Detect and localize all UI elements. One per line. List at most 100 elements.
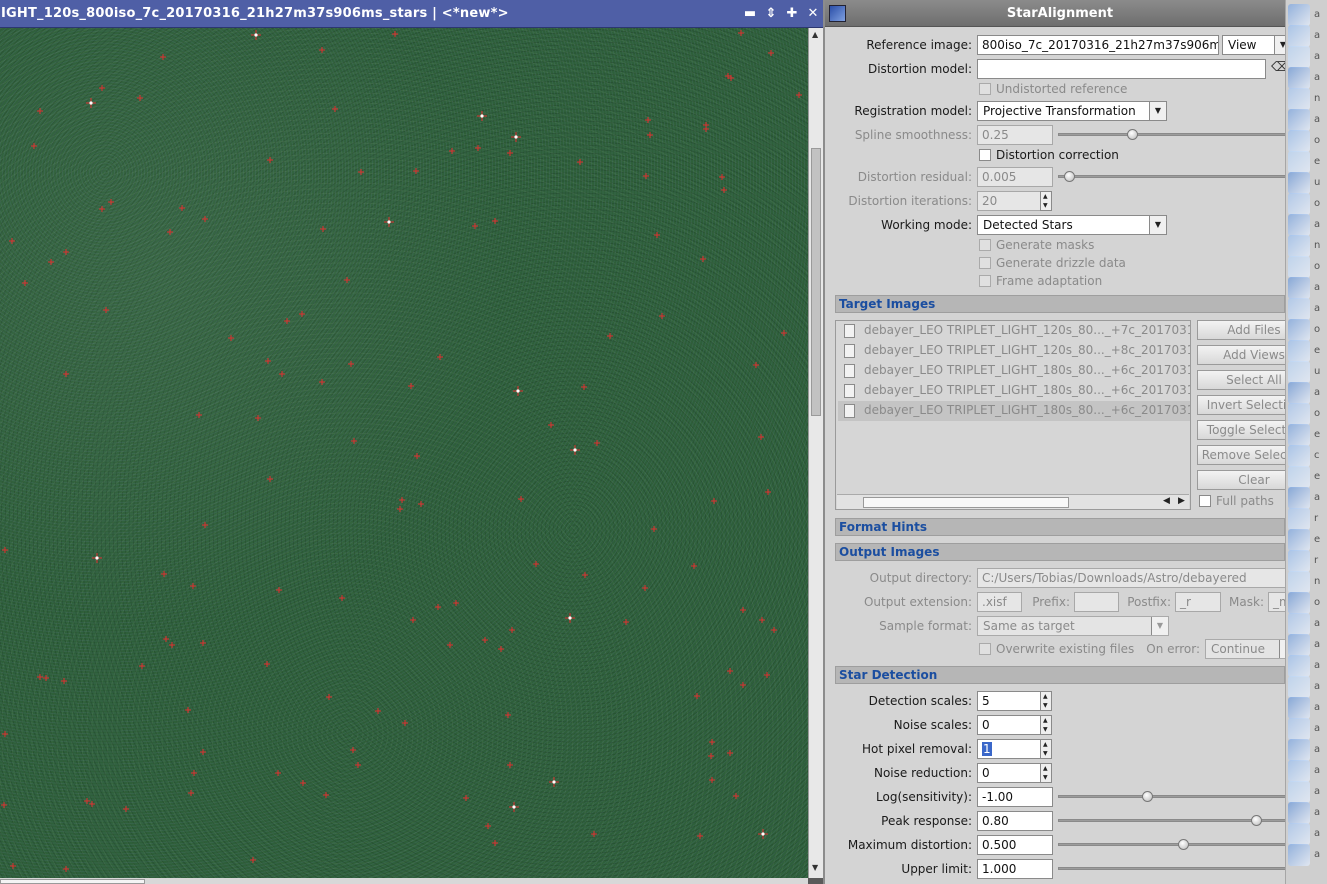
list-item[interactable]: debayer_LEO TRIPLET_LIGHT_180s_80..._+6c… [838,401,1190,421]
working-mode-dropdown[interactable]: Detected Stars ▼ [977,215,1167,235]
spin-up-icon[interactable]: ▲ [1043,741,1048,749]
process-icon[interactable] [1288,172,1310,194]
panel-titlebar[interactable]: StarAlignment ⇕ ✕ [825,0,1327,27]
process-icon[interactable] [1288,676,1310,698]
scroll-left-icon[interactable]: ◀ [1163,496,1170,506]
detection-scales-spinner[interactable]: ▲ ▼ [1040,691,1052,711]
minimize-button[interactable]: ▬ [742,6,758,22]
spin-up-icon[interactable]: ▲ [1043,765,1048,773]
log-sensitivity-slider[interactable] [1058,791,1314,802]
upper-limit-field[interactable]: 1.000 [977,859,1053,879]
process-icon[interactable] [1288,403,1310,425]
process-icon[interactable] [1288,298,1310,320]
process-icon[interactable] [1288,718,1310,740]
list-item[interactable]: debayer_LEO TRIPLET_LIGHT_180s_80..._+6c… [838,381,1190,401]
process-icon[interactable] [1288,802,1310,824]
slider-knob[interactable] [1063,171,1075,182]
process-icon[interactable] [1288,592,1310,614]
postfix-field[interactable]: _r [1175,592,1221,612]
sample-format-dropdown[interactable]: Same as target ▼ [977,616,1169,636]
process-icon[interactable] [1288,46,1310,68]
prefix-field[interactable] [1074,592,1119,612]
distortion-iterations-spinner[interactable]: ▲ ▼ [1040,191,1052,211]
horizontal-scroll-thumb[interactable] [0,879,145,884]
process-icon[interactable] [1288,466,1310,488]
hot-pixel-removal-spinner[interactable]: ▲ ▼ [1040,739,1052,759]
process-icon[interactable] [1288,235,1310,257]
process-icon[interactable] [1288,193,1310,215]
spline-smoothness-field[interactable]: 0.25 [977,125,1053,145]
noise-reduction-field[interactable]: 0 [977,763,1041,783]
target-images-list[interactable]: debayer_LEO TRIPLET_LIGHT_120s_80..._+7c… [835,320,1191,510]
spin-down-icon[interactable]: ▼ [1043,726,1048,734]
process-icon[interactable] [1288,319,1310,341]
list-item[interactable]: debayer_LEO TRIPLET_LIGHT_120s_80..._+8c… [838,341,1190,361]
spline-smoothness-slider[interactable] [1058,129,1314,140]
distortion-model-field[interactable] [977,59,1266,79]
vertical-scrollbar[interactable]: ▲ ▼ [808,28,823,878]
undistorted-reference-checkbox[interactable] [979,83,991,95]
process-icon[interactable] [1288,256,1310,278]
process-icon[interactable] [1288,4,1310,26]
spin-up-icon[interactable]: ▲ [1043,717,1048,725]
overwrite-checkbox[interactable] [979,643,991,655]
process-icon[interactable] [1288,487,1310,509]
process-icon[interactable] [1288,823,1310,845]
process-icon[interactable] [1288,634,1310,656]
hot-pixel-removal-field[interactable]: 1 [977,739,1041,759]
noise-reduction-spinner[interactable]: ▲ ▼ [1040,763,1052,783]
process-icon[interactable] [1288,550,1310,572]
process-icon[interactable] [1288,844,1310,866]
image-window-titlebar[interactable]: IGHT_120s_800iso_7c_20170316_21h27m37s90… [0,0,823,28]
output-extension-field[interactable]: .xisf [977,592,1022,612]
scroll-up-icon[interactable]: ▲ [812,30,818,39]
shade-button[interactable]: ⇕ [763,6,779,22]
list-item[interactable]: debayer_LEO TRIPLET_LIGHT_180s_80..._+6c… [838,361,1190,381]
process-icon[interactable] [1288,529,1310,551]
list-item[interactable]: debayer_LEO TRIPLET_LIGHT_120s_80..._+7c… [838,321,1190,341]
spin-down-icon[interactable]: ▼ [1043,774,1048,782]
reference-image-field[interactable]: 800iso_7c_20170316_21h27m37s906ms [977,35,1219,55]
file-list-scroll-thumb[interactable] [863,497,1069,508]
process-icon[interactable] [1288,109,1310,131]
generate-drizzle-checkbox[interactable] [979,257,991,269]
close-button[interactable]: ✕ [805,6,821,22]
process-icon[interactable] [1288,25,1310,47]
slider-knob[interactable] [1250,815,1262,826]
process-icon[interactable] [1288,151,1310,173]
registration-model-dropdown[interactable]: Projective Transformation ▼ [977,101,1167,121]
view-dropdown[interactable]: View ▼ [1222,35,1292,55]
spin-up-icon[interactable]: ▲ [1043,193,1048,201]
distortion-correction-checkbox[interactable] [979,149,991,161]
maximum-distortion-slider[interactable] [1058,839,1314,850]
output-directory-field[interactable]: C:/Users/Tobias/Downloads/Astro/debayere… [977,568,1290,588]
generate-masks-checkbox[interactable] [979,239,991,251]
spin-up-icon[interactable]: ▲ [1043,693,1048,701]
process-icon[interactable] [1288,424,1310,446]
process-icon[interactable] [1288,613,1310,635]
process-icon[interactable] [1288,214,1310,236]
star-image-canvas[interactable] [0,28,808,878]
spin-down-icon[interactable]: ▼ [1043,750,1048,758]
maximum-distortion-field[interactable]: 0.500 [977,835,1053,855]
distortion-residual-slider[interactable] [1058,171,1314,182]
process-icon[interactable] [1288,508,1310,530]
file-list-hscrollbar[interactable]: ◀ ▶ [837,494,1189,509]
noise-scales-spinner[interactable]: ▲ ▼ [1040,715,1052,735]
format-hints-section[interactable]: Format Hints [835,518,1285,536]
process-icon[interactable] [1288,571,1310,593]
upper-limit-slider[interactable] [1058,863,1314,874]
distortion-iterations-field[interactable]: 20 [977,191,1041,211]
on-error-dropdown[interactable]: Continue▼ [1205,639,1297,659]
spin-down-icon[interactable]: ▼ [1043,702,1048,710]
output-images-section[interactable]: Output Images [835,543,1285,561]
process-icon[interactable] [1288,382,1310,404]
process-icon[interactable] [1288,697,1310,719]
log-sensitivity-field[interactable]: -1.00 [977,787,1053,807]
slider-knob[interactable] [1127,129,1139,140]
peak-response-field[interactable]: 0.80 [977,811,1053,831]
process-icon[interactable] [1288,445,1310,467]
frame-adaptation-checkbox[interactable] [979,275,991,287]
process-icon[interactable] [1288,361,1310,383]
process-icon[interactable] [1288,130,1310,152]
